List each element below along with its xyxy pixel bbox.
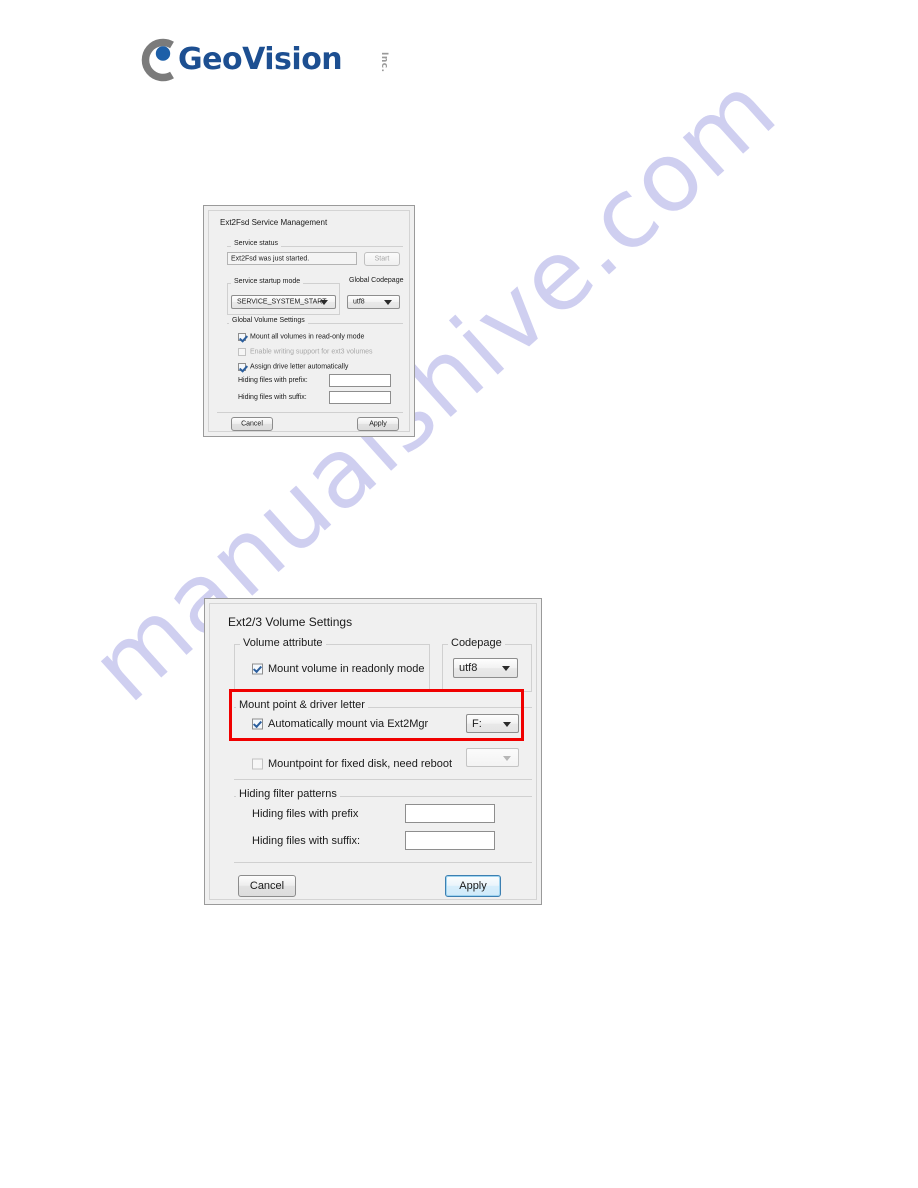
codepage-group-label: Codepage: [448, 637, 505, 649]
volume-footer-rule: [234, 862, 532, 863]
chevron-down-icon: [502, 666, 510, 671]
auto-mount-drive-value: F:: [472, 717, 482, 730]
assign-drive-letter-label: Assign drive letter automatically: [250, 363, 349, 370]
service-startup-mode-value: SERVICE_SYSTEM_START: [237, 298, 327, 306]
service-cancel-button[interactable]: Cancel: [231, 417, 273, 431]
volume-dialog-title: Ext2/3 Volume Settings: [228, 615, 353, 629]
dialog-inner-frame: Ext2Fsd Service Management Service statu…: [208, 210, 410, 432]
auto-mount-drive-combo[interactable]: F:: [466, 714, 519, 733]
volume-hiding-prefix-label: Hiding files with prefix: [252, 808, 359, 820]
hiding-prefix-input[interactable]: [329, 374, 391, 387]
service-status-value: Ext2Fsd was just started.: [231, 255, 310, 262]
service-status-field: Ext2Fsd was just started.: [227, 252, 357, 265]
auto-mount-label: Automatically mount via Ext2Mgr: [268, 718, 429, 730]
auto-mount-checkbox[interactable]: [252, 718, 263, 730]
enable-ext3-write-label: Enable writing support for ext3 volumes: [250, 348, 373, 355]
global-codepage-combo[interactable]: utf8: [347, 295, 400, 309]
fixed-disk-mountpoint-checkbox[interactable]: [252, 758, 263, 770]
page-watermark: manualshive.com: [0, 0, 918, 1188]
service-startup-mode-combo[interactable]: SERVICE_SYSTEM_START: [231, 295, 336, 309]
volume-apply-button[interactable]: Apply: [445, 875, 501, 897]
logo-wordmark: GeoVision: [178, 42, 343, 77]
dialog-footer-rule: [217, 412, 403, 413]
codepage-combo[interactable]: utf8: [453, 658, 518, 678]
enable-ext3-write-checkbox[interactable]: [238, 347, 246, 356]
global-codepage-label: Global Codepage: [349, 277, 404, 284]
volume-cancel-button[interactable]: Cancel: [238, 875, 296, 897]
chevron-down-icon: [503, 721, 511, 727]
geovision-logo: GeoVision Inc.: [136, 36, 389, 86]
logo-suffix: Inc.: [379, 52, 389, 73]
global-codepage-value: utf8: [353, 298, 365, 306]
volume-attribute-group-label: Volume attribute: [240, 637, 326, 649]
volume-hiding-suffix-label: Hiding files with suffix:: [252, 835, 361, 847]
service-status-group-label: Service status: [231, 240, 281, 247]
mount-all-readonly-label: Mount all volumes in read-only mode: [250, 333, 365, 340]
chevron-down-icon: [503, 755, 511, 761]
chevron-down-icon: [384, 300, 392, 305]
mount-all-readonly-checkbox[interactable]: [238, 332, 246, 341]
hiding-suffix-label: Hiding files with suffix:: [238, 394, 307, 401]
hiding-filter-group-label: Hiding filter patterns: [236, 788, 340, 800]
fixed-disk-mountpoint-label: Mountpoint for fixed disk, need reboot: [268, 758, 453, 770]
service-apply-button-label: Apply: [369, 420, 387, 428]
mount-point-group-label: Mount point & driver letter: [236, 699, 368, 711]
service-dialog-title: Ext2Fsd Service Management: [220, 218, 328, 227]
hiding-prefix-label: Hiding files with prefix:: [238, 377, 308, 384]
volume-cancel-button-label: Cancel: [249, 880, 285, 892]
chevron-down-icon: [320, 300, 328, 305]
service-apply-button[interactable]: Apply: [357, 417, 399, 431]
assign-drive-letter-checkbox[interactable]: [238, 362, 246, 371]
mount-readonly-label: Mount volume in readonly mode: [268, 663, 425, 675]
volume-apply-button-label: Apply: [459, 880, 487, 892]
service-startup-mode-group-label: Service startup mode: [231, 278, 304, 285]
geovision-c-arc-icon: [141, 38, 174, 82]
service-cancel-button-label: Cancel: [241, 420, 263, 428]
start-service-button[interactable]: Start: [364, 252, 400, 266]
dialog-inner-frame: Ext2/3 Volume Settings Volume attribute …: [209, 603, 537, 900]
ext23-volume-settings-dialog: Ext2/3 Volume Settings Volume attribute …: [204, 598, 542, 905]
volume-hiding-suffix-input[interactable]: [405, 831, 495, 850]
hiding-suffix-input[interactable]: [329, 391, 391, 404]
ext2fsd-service-management-dialog: Ext2Fsd Service Management Service statu…: [203, 205, 415, 437]
volume-hiding-prefix-input[interactable]: [405, 804, 495, 823]
fixed-disk-drive-combo[interactable]: [466, 748, 519, 767]
mount-point-bottom-rule: [234, 779, 532, 780]
mount-readonly-checkbox[interactable]: [252, 663, 263, 675]
codepage-value: utf8: [459, 662, 478, 674]
global-volume-settings-group-label: Global Volume Settings: [229, 317, 308, 324]
start-service-button-label: Start: [374, 255, 390, 263]
